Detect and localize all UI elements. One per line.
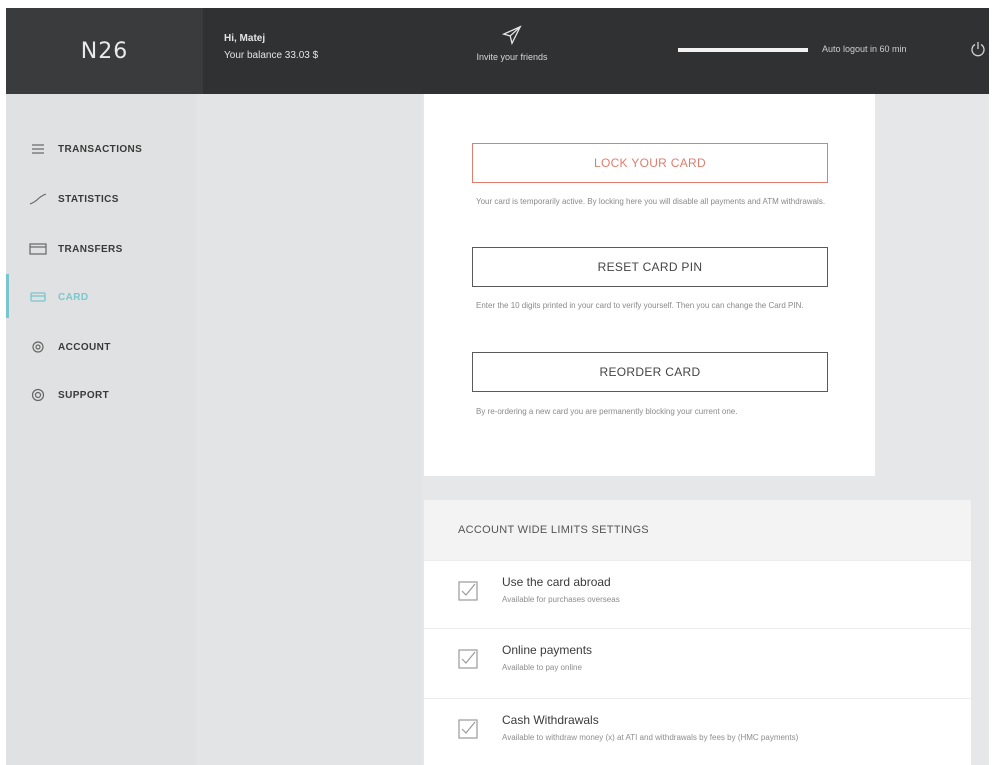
sidebar-item-label: STATISTICS [58,193,119,205]
content-gutter [196,94,422,765]
limit-title: Online payments [502,643,593,657]
greeting-name: Hi, Matej [224,33,266,44]
app-window: N26 Hi, Matej Your balance 33.03 $ Invit… [6,8,989,765]
transfer-icon [28,242,48,256]
card-settings-panel: LOCK YOUR CARD Your card is temporarily … [424,94,875,476]
sidebar-item-card[interactable]: CARD [6,282,196,312]
reset-pin-description: Enter the 10 digits printed in your card… [476,301,804,310]
limit-subtitle: Available for purchases overseas [502,595,620,604]
sidebar-nav: TRANSACTIONS STATISTICS TRANSFERS CARD A [6,94,196,765]
lock-card-description: Your card is temporarily active. By lock… [476,197,826,206]
gear-icon [28,340,48,354]
invite-friends-link[interactable]: Invite your friends [442,24,582,62]
limit-row-online[interactable]: Online payments Available to pay online [424,628,971,692]
logo-area[interactable]: N26 [6,8,203,94]
card-icon [28,290,48,304]
checkbox-checked-icon[interactable] [458,719,478,739]
sidebar-item-label: TRANSFERS [58,243,123,255]
sidebar-item-transactions[interactable]: TRANSACTIONS [6,134,196,164]
checkbox-checked-icon[interactable] [458,649,478,669]
limit-subtitle: Available to withdraw money (x) at ATI a… [502,733,799,742]
limit-row-cash[interactable]: Cash Withdrawals Available to withdraw m… [424,698,971,762]
reorder-card-description: By re-ordering a new card you are perman… [476,407,738,416]
n26-logo[interactable]: N26 [81,39,128,64]
sidebar-item-label: ACCOUNT [58,341,111,353]
list-icon [28,142,48,156]
sidebar-item-support[interactable]: SUPPORT [6,380,196,410]
sidebar-item-label: TRANSACTIONS [58,143,143,155]
balance-text: Your balance 33.03 $ [224,50,319,61]
limits-settings-panel: ACCOUNT WIDE LIMITS SETTINGS Use the car… [424,500,971,765]
sidebar-item-label: CARD [58,291,89,303]
power-icon[interactable] [970,41,986,57]
lock-card-button[interactable]: LOCK YOUR CARD [472,143,828,183]
autologout-progress-fill [678,48,808,52]
reset-card-pin-button[interactable]: RESET CARD PIN [472,247,828,287]
checkbox-checked-icon[interactable] [458,581,478,601]
chart-line-icon [28,192,48,206]
sidebar-item-label: SUPPORT [58,389,110,401]
reorder-card-button[interactable]: REORDER CARD [472,352,828,392]
top-header: N26 Hi, Matej Your balance 33.03 $ Invit… [6,8,989,94]
limit-subtitle: Available to pay online [502,663,582,672]
user-greeting: Hi, Matej Your balance 33.03 $ [224,30,318,64]
sidebar-item-statistics[interactable]: STATISTICS [6,184,196,214]
paper-plane-icon [501,25,522,46]
sidebar-item-account[interactable]: ACCOUNT [6,332,196,362]
autologout-progress-bar [678,48,808,52]
sidebar-item-transfers[interactable]: TRANSFERS [6,234,196,264]
limit-title: Use the card abroad [502,575,611,589]
support-icon [28,388,48,402]
autologout-text: Auto logout in 60 min [822,44,907,54]
limit-title: Cash Withdrawals [502,713,599,727]
limits-heading: ACCOUNT WIDE LIMITS SETTINGS [424,500,971,560]
limit-row-abroad[interactable]: Use the card abroad Available for purcha… [424,560,971,624]
invite-label: Invite your friends [476,52,548,62]
